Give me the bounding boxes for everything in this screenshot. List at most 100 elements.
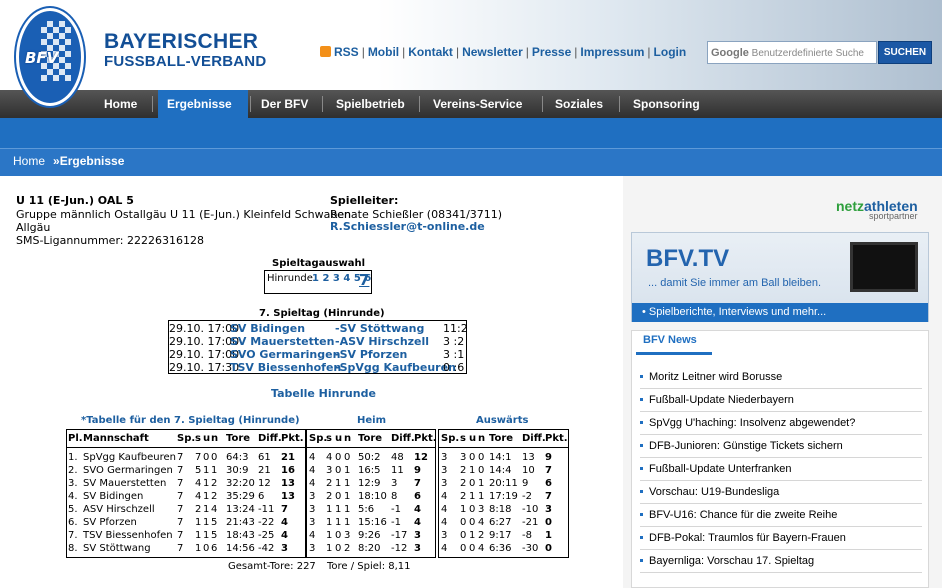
auswaerts-title[interactable]: Auswärts <box>476 415 528 426</box>
home-pkt: 7 <box>414 478 421 489</box>
away-diff: -2 <box>522 491 532 502</box>
match-away[interactable]: -SV Pforzen <box>335 348 407 361</box>
link-newsletter[interactable]: Newsletter <box>462 45 523 59</box>
away-diff: -8 <box>522 530 532 541</box>
row-team: SV Mauerstetten <box>83 478 167 489</box>
away-diff: 9 <box>522 478 529 489</box>
row-pkt: 13 <box>281 478 295 489</box>
bfv-tv-banner[interactable]: BFV.TV ... damit Sie immer am Ball bleib… <box>631 232 929 322</box>
link-login[interactable]: Login <box>654 45 687 59</box>
bullet-icon <box>640 398 643 401</box>
matchday-3[interactable]: 3 <box>333 273 340 284</box>
news-tab[interactable]: BFV News <box>643 334 697 346</box>
news-item-label: Bayernliga: Vorschau 17. Spieltag <box>649 555 815 567</box>
home-u: 0 <box>335 491 342 502</box>
row-pl: 5. <box>68 504 78 515</box>
home-tore: 15:16 <box>358 517 387 528</box>
away-sp: 4 <box>441 491 448 502</box>
match-home[interactable]: TSV Biessenhofen <box>230 361 341 374</box>
news-item[interactable]: DFB-Junioren: Günstige Tickets sichern <box>640 435 922 458</box>
bfv-tv-subtitle: ... damit Sie immer am Ball bleiben. <box>648 277 822 289</box>
match-away[interactable]: -ASV Hirschzell <box>335 335 429 348</box>
row-pkt: 3 <box>281 543 288 554</box>
search-input[interactable]: Google Benutzerdefinierte Suche <box>707 41 877 64</box>
brand-name[interactable]: BAYERISCHER <box>104 31 258 52</box>
row-s: 4 <box>195 478 202 489</box>
news-item[interactable]: Fußball-Update Niederbayern <box>640 389 922 412</box>
match-home[interactable]: SV Mauerstetten <box>230 335 334 348</box>
bfv-logo[interactable]: BFV <box>16 8 84 106</box>
match-home[interactable]: SVO Germaringen <box>230 348 340 361</box>
match-away[interactable]: -SpVgg Kaufbeuren <box>335 361 456 374</box>
row-pkt: 16 <box>281 465 295 476</box>
heim-title[interactable]: Heim <box>357 415 386 426</box>
away-tore: 8:18 <box>489 504 512 515</box>
head-tore: Tore <box>226 433 251 444</box>
news-item[interactable]: BFV-U16: Chance für die zweite Reihe <box>640 504 922 527</box>
news-item[interactable]: Bayernliga: Vorschau 17. Spieltag <box>640 550 922 573</box>
nav-sponsoring[interactable]: Sponsoring <box>619 90 719 118</box>
home-head-u: u <box>335 433 343 444</box>
league-region: Allgäu <box>16 221 51 234</box>
link-presse[interactable]: Presse <box>532 45 571 59</box>
search-button[interactable]: SUCHEN <box>878 41 932 64</box>
bfv-tv-bar: • Spielberichte, Interviews und mehr... <box>632 303 928 322</box>
nav-soziales[interactable]: Soziales <box>542 90 618 118</box>
row-diff: -11 <box>258 504 275 515</box>
match-away[interactable]: -SV Stöttwang <box>335 322 424 335</box>
link-mobil[interactable]: Mobil <box>368 45 399 59</box>
home-head-sp: Sp. <box>309 433 328 444</box>
matchday-4[interactable]: 4 <box>343 273 350 284</box>
home-pkt: 9 <box>414 465 421 476</box>
away-pkt: 3 <box>545 504 552 515</box>
news-item[interactable]: SpVgg U'haching: Insolvenz abgewendet? <box>640 412 922 435</box>
home-diff: 48 <box>391 452 404 463</box>
row-u: 1 <box>203 517 210 528</box>
news-item[interactable]: DFB-Pokal: Traumlos für Bayern-Frauen <box>640 527 922 550</box>
row-tore: 64:3 <box>226 452 249 463</box>
row-team: SV Stöttwang <box>83 543 151 554</box>
home-s: 2 <box>326 491 333 502</box>
link-kontakt[interactable]: Kontakt <box>408 45 453 59</box>
news-item[interactable]: Vorschau: U19-Bundesliga <box>640 481 922 504</box>
row-u: 0 <box>203 543 210 554</box>
rss-icon[interactable] <box>320 46 331 57</box>
head-u: u <box>203 433 211 444</box>
away-s: 3 <box>460 452 467 463</box>
matchday-1[interactable]: 1 <box>312 273 319 284</box>
away-u: 1 <box>469 465 476 476</box>
home-sp: 4 <box>309 530 316 541</box>
matchday-current[interactable]: 7 <box>359 271 369 289</box>
row-team: TSV Biessenhofen <box>83 530 173 541</box>
nav-home[interactable]: Home <box>92 90 152 118</box>
row-pl: 1. <box>68 452 78 463</box>
home-u: 0 <box>335 543 342 554</box>
breadcrumb-home[interactable]: Home <box>13 154 45 168</box>
head-team: Mannschaft <box>83 433 149 444</box>
tabelle-hinrunde-link[interactable]: Tabelle Hinrunde <box>271 387 376 400</box>
match-home[interactable]: SV Bidingen <box>230 322 305 335</box>
standings-title[interactable]: *Tabelle für den 7. Spieltag (Hinrunde) <box>81 415 300 426</box>
nav-ergebnisse[interactable]: Ergebnisse <box>158 90 248 118</box>
nav-spielbetrieb[interactable]: Spielbetrieb <box>322 90 418 118</box>
leader-email[interactable]: R.Schiessler@t-online.de <box>330 220 485 233</box>
nav-der-bfv[interactable]: Der BFV <box>250 90 320 118</box>
news-item[interactable]: Moritz Leitner wird Borusse <box>640 366 922 389</box>
home-head-tore: Tore <box>358 433 383 444</box>
row-s: 1 <box>195 543 202 554</box>
news-item[interactable]: Fußball-Update Unterfranken <box>640 458 922 481</box>
away-tore: 9:17 <box>489 530 512 541</box>
head-pkt: Pkt. <box>281 433 304 444</box>
head-sp: Sp. <box>177 433 196 444</box>
link-rss[interactable]: RSS <box>334 45 359 59</box>
away-sp: 3 <box>441 478 448 489</box>
matchday-2[interactable]: 2 <box>322 273 329 284</box>
bullet-icon <box>640 421 643 424</box>
head-n: n <box>211 433 219 444</box>
brand-name-2[interactable]: FUSSBALL-VERBAND <box>104 54 266 70</box>
away-tore: 14:1 <box>489 452 512 463</box>
link-impressum[interactable]: Impressum <box>580 45 644 59</box>
home-s: 2 <box>326 478 333 489</box>
nav-vereins-service[interactable]: Vereins-Service <box>419 90 541 118</box>
breadcrumb-current[interactable]: »Ergebnisse <box>53 154 124 168</box>
